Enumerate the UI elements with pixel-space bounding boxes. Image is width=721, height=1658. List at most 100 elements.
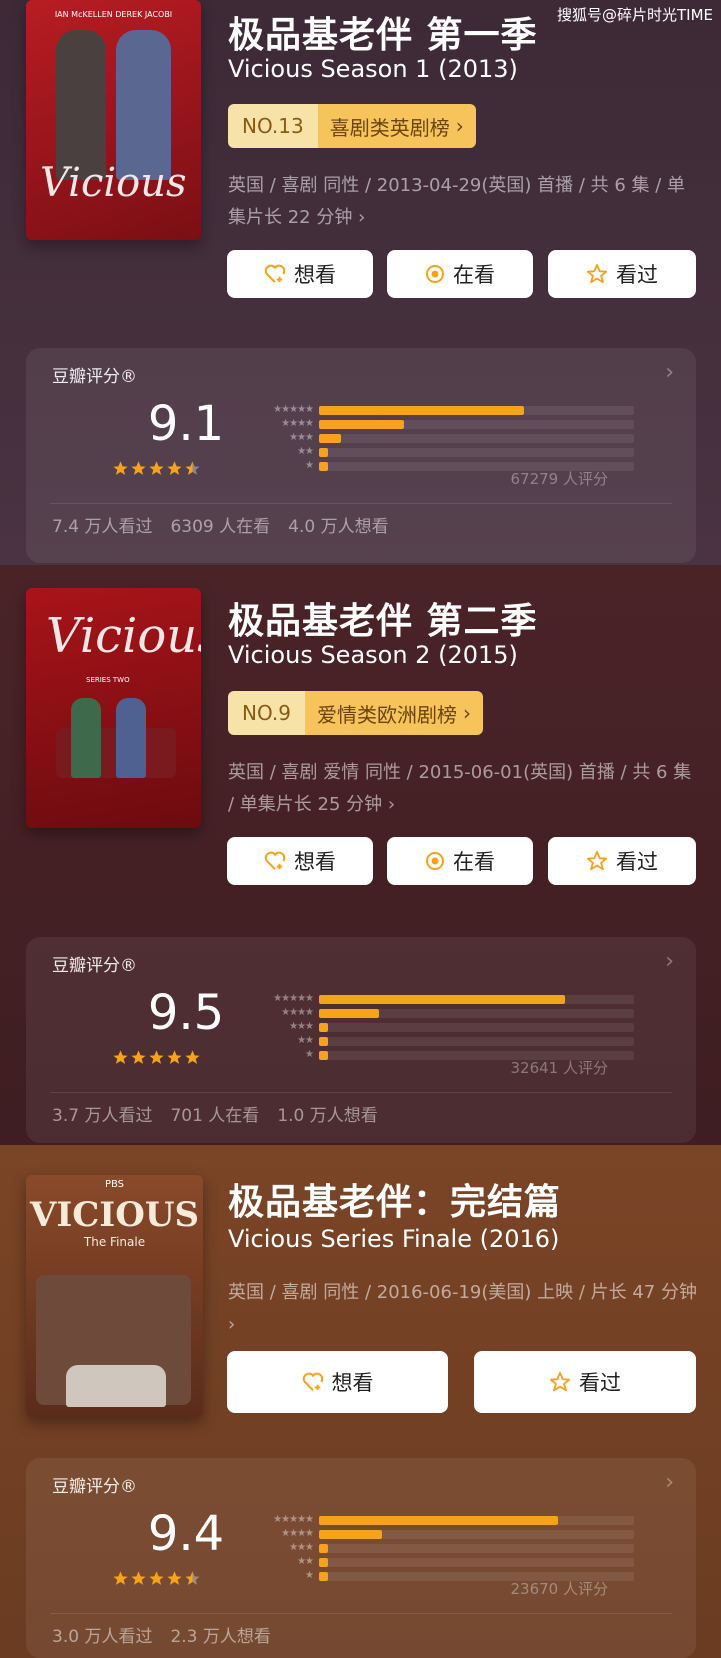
show-info[interactable]: 英国 / 喜剧 同性 / 2016-06-19(美国) 上映 / 片长 47 分… [228,1277,698,1341]
show-info-text: 英国 / 喜剧 同性 / 2013-04-29(英国) 首播 / 共 6 集 /… [228,175,686,228]
rater-count: 23670 人评分 [510,1580,609,1598]
star-icon [549,1371,571,1392]
distribution-track [319,448,634,457]
heart-plus-icon [264,264,286,283]
rating-label: 豆瓣评分® [52,1477,137,1497]
count-watched: 3.7 万人看过 [52,1106,153,1126]
distribution-bar [319,1544,329,1553]
poster-caption: IAN McKELLEN DEREK JACOBI [54,10,173,19]
watched-button[interactable]: 看过 [548,837,696,885]
watched-button[interactable]: 看过 [548,250,696,298]
poster-logo: VICIOUS [29,1195,200,1235]
watched-label: 看过 [616,850,658,874]
star-icon [167,1571,182,1585]
poster-image[interactable]: IAN McKELLEN DEREK JACOBI Vicious [26,0,201,240]
star-icon [113,1050,128,1064]
distribution-track [319,1516,634,1525]
distribution-bar [319,420,405,429]
rating-card[interactable]: 豆瓣评分® › 9.5 ★★★★★ ★★★★ ★★★ ★★ ★ 32641 人评分 3.… [26,937,696,1143]
count-watching: 701 人在看 [170,1106,260,1126]
want-to-watch-label: 想看 [294,850,336,874]
want-to-watch-button[interactable]: 想看 [227,250,373,298]
rank-category: 喜剧类英剧榜 [329,115,450,140]
watching-button[interactable]: 在看 [387,250,533,298]
watching-button[interactable]: 在看 [387,837,533,885]
rating-card[interactable]: 豆瓣评分® › 9.1 ★★★★★ ★★★★ ★★★ ★★ ★ 67279 人评分 7.… [26,348,696,563]
count-want: 4.0 万人想看 [288,517,389,537]
star-level-icon: ★★ [297,446,314,457]
star-icon [586,850,608,871]
chevron-right-icon: › [387,794,396,815]
ranking-badge[interactable]: NO.13 喜剧类英剧榜 › [228,104,476,148]
star-level-icon: ★★★★ [281,418,314,429]
poster-image[interactable]: Vicious SERIES TWO [26,588,201,828]
star-icon [185,1571,200,1585]
distribution-track [319,434,634,443]
poster-logo: Vicious [40,160,187,206]
poster-subtitle: The Finale [83,1235,146,1249]
divider [50,1613,672,1614]
star-icon [167,461,182,475]
star-icon [131,461,146,475]
rating-label: 豆瓣评分® [52,956,137,976]
divider [50,1092,672,1093]
watched-button[interactable]: 看过 [474,1351,696,1413]
show-subtitle: Vicious Season 1 (2013) [228,55,518,83]
ranking-badge[interactable]: NO.9 爱情类欧洲剧榜 › [228,691,483,735]
star-level-icon: ★ [305,460,314,471]
rater-count: 32641 人评分 [510,1059,609,1077]
star-icon [149,1571,164,1585]
show-section-3: PBS VICIOUS The Finale 极品基老伴：完结篇 Vicious… [0,1145,721,1658]
star-icon [185,461,200,475]
show-info-text: 英国 / 喜剧 同性 / 2016-06-19(美国) 上映 / 片长 47 分… [228,1282,697,1303]
chevron-right-icon: › [665,1470,674,1495]
distribution-track [319,1037,634,1046]
star-level-icon: ★★★★ [281,1007,314,1018]
star-rating [112,1570,201,1587]
distribution-bar [319,1037,329,1046]
watched-label: 看过 [579,1371,621,1395]
distribution-track [319,1009,634,1018]
show-title: 极品基老伴 第一季 [228,15,538,56]
audience-counts: 3.0 万人看过 2.3 万人想看 [52,1622,271,1647]
distribution-bar [319,1051,329,1060]
show-info[interactable]: 英国 / 喜剧 同性 / 2013-04-29(英国) 首播 / 共 6 集 /… [228,170,698,234]
star-level-icon: ★★★ [289,1021,314,1032]
count-watched: 7.4 万人看过 [52,517,153,537]
want-to-watch-button[interactable]: 想看 [227,1351,448,1413]
show-info[interactable]: 英国 / 喜剧 爱情 同性 / 2015-06-01(英国) 首播 / 共 6 … [228,757,698,821]
distribution-track [319,1544,634,1553]
count-want: 1.0 万人想看 [277,1106,378,1126]
distribution-bar [319,1572,329,1581]
distribution-track [319,1530,634,1539]
star-level-icon: ★★★★ [281,1528,314,1539]
distribution-track [319,1023,634,1032]
divider [50,503,672,504]
want-to-watch-label: 想看 [331,1371,374,1395]
distribution-bar [319,462,329,471]
poster-logo: Vicious [46,608,201,664]
poster-caption: PBS [104,1179,125,1190]
star-level-icon: ★★ [297,1035,314,1046]
distribution-bar [319,1023,329,1032]
audience-counts: 3.7 万人看过 701 人在看 1.0 万人想看 [52,1101,378,1126]
target-icon [426,265,444,283]
poster-image[interactable]: PBS VICIOUS The Finale [26,1175,203,1417]
rating-card[interactable]: 豆瓣评分® › 9.4 ★★★★★ ★★★★ ★★★ ★★ ★ 23670 人评分 3.… [26,1458,696,1658]
star-icon [113,461,128,475]
rank-number: NO.9 [228,691,305,735]
star-rating [112,1049,201,1066]
distribution-track [319,420,634,429]
chevron-right-icon: › [665,360,674,385]
star-icon [149,461,164,475]
rank-category: 爱情类欧洲剧榜 [316,702,457,727]
chevron-right-icon: › [462,701,471,725]
show-info-text: 英国 / 喜剧 爱情 同性 / 2015-06-01(英国) 首播 / 共 6 … [228,762,692,815]
count-watching: 6309 人在看 [170,517,271,537]
star-level-icon: ★★★ [289,432,314,443]
want-to-watch-button[interactable]: 想看 [227,837,373,885]
heart-plus-icon [302,1372,323,1391]
distribution-track [319,995,634,1004]
watching-label: 在看 [453,263,495,287]
show-subtitle: Vicious Season 2 (2015) [228,641,518,669]
